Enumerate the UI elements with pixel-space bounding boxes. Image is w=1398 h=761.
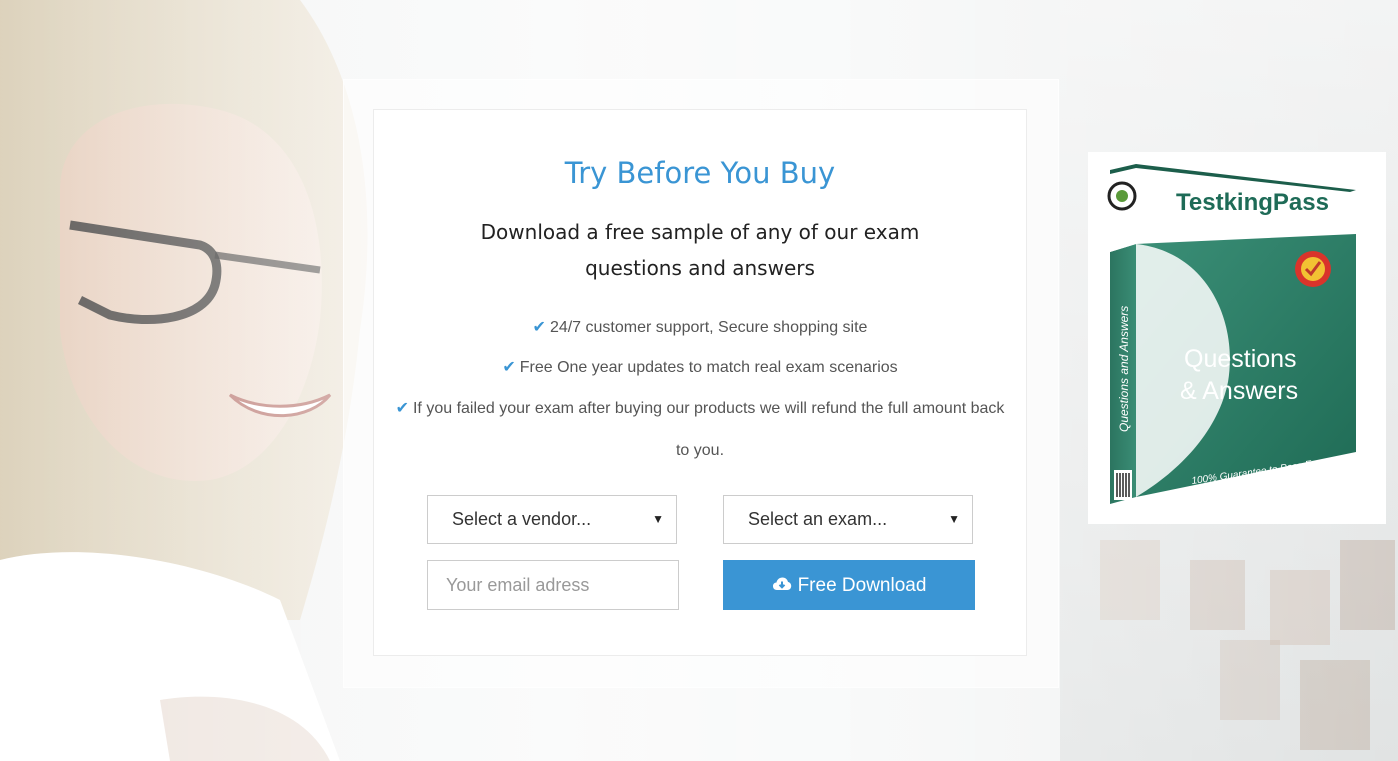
- promo-card: Try Before You Buy Download a free sampl…: [373, 109, 1027, 656]
- feature-text: If you failed your exam after buying our…: [412, 400, 1005, 459]
- free-download-label: Free Download: [797, 575, 927, 596]
- free-download-button[interactable]: Free Download: [723, 560, 975, 610]
- feature-item: ✔ Free One year updates to match real exa…: [394, 348, 1006, 388]
- product-brand: TestkingPass: [1176, 189, 1329, 216]
- promo-subtitle: Download a free sample of any of our exa…: [480, 220, 920, 280]
- check-icon: ✔: [502, 359, 516, 376]
- vendor-select-value: Select a vendor...: [452, 509, 592, 529]
- product-side-label: Questions and Answers: [1117, 306, 1131, 432]
- page: Try Before You Buy Download a free sampl…: [0, 0, 1398, 761]
- chevron-down-icon: ▼: [652, 512, 664, 526]
- check-icon: ✔: [532, 319, 546, 336]
- feature-text: Free One year updates to match real exam…: [519, 359, 898, 376]
- exam-select-value: Select an exam...: [748, 509, 888, 529]
- feature-item: ✔ 24/7 customer support, Secure shopping …: [394, 308, 1006, 348]
- product-headline-1: Questions: [1184, 345, 1297, 373]
- feature-item: ✔ If you failed your exam after buying ou…: [394, 388, 1006, 472]
- email-field[interactable]: [427, 560, 679, 610]
- promo-title: Try Before You Buy: [564, 156, 836, 190]
- vendor-select[interactable]: Select a vendor... ▼: [427, 495, 677, 544]
- exam-select[interactable]: Select an exam... ▼: [723, 495, 973, 544]
- check-icon: ✔: [395, 400, 409, 417]
- chevron-down-icon: ▼: [948, 512, 960, 526]
- feature-list: ✔ 24/7 customer support, Secure shopping …: [394, 308, 1006, 472]
- product-box-graphic: TestkingPass Questions & Answers 100% Gu…: [1107, 164, 1356, 504]
- product-headline-2: & Answers: [1180, 377, 1298, 405]
- product-box-image: TestkingPass Questions & Answers 100% Gu…: [1088, 152, 1386, 524]
- cloud-download-icon: [772, 577, 791, 590]
- feature-text: 24/7 customer support, Secure shopping s…: [549, 319, 868, 336]
